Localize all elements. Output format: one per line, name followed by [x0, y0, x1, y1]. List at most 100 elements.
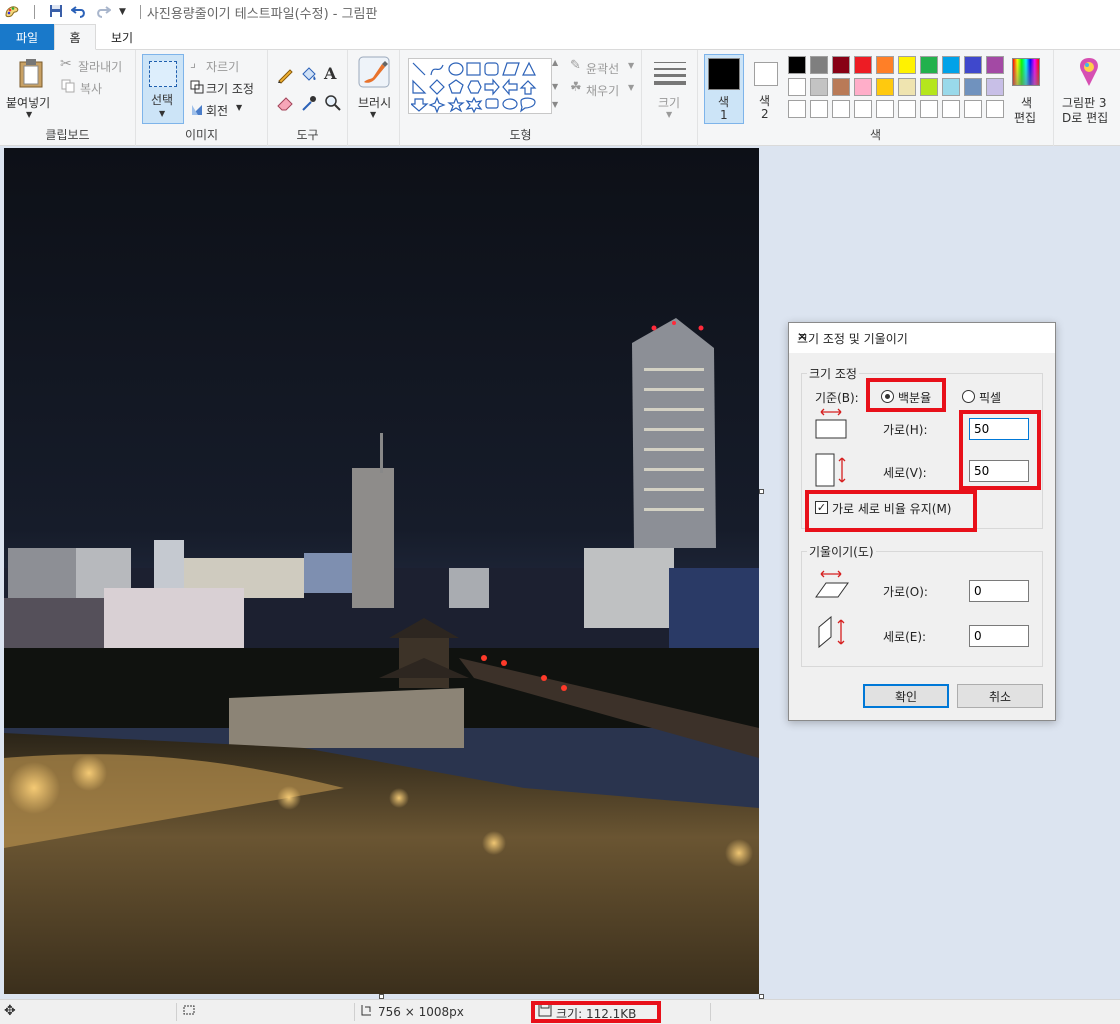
paste-dropdown-icon: ▼ [26, 110, 33, 119]
palette-color-swatch[interactable] [986, 56, 1004, 74]
shapes-scroll-up[interactable]: ▲ [552, 58, 558, 67]
palette-color-swatch[interactable] [876, 100, 894, 118]
percent-label[interactable]: 백분율 [898, 389, 931, 406]
undo-icon[interactable] [70, 4, 87, 21]
canvas-image[interactable] [4, 148, 759, 994]
paint3d-icon [1076, 56, 1102, 91]
magnifier-icon[interactable] [324, 94, 342, 115]
save-icon[interactable] [49, 4, 63, 21]
palette-color-swatch[interactable] [964, 56, 982, 74]
palette-color-swatch[interactable] [788, 100, 806, 118]
text-icon[interactable]: A [324, 64, 336, 83]
palette-color-swatch[interactable] [920, 78, 938, 96]
palette-color-swatch[interactable] [810, 56, 828, 74]
paint-app-icon [4, 3, 20, 22]
line-width-icon [654, 60, 686, 89]
palette-color-swatch[interactable] [920, 100, 938, 118]
vertical-input[interactable] [969, 460, 1029, 482]
edit-with-paint3d-button[interactable]: 그림판 3 D로 편집 [1060, 56, 1118, 126]
fill-button[interactable]: ☘ 채우기 ▼ [570, 80, 640, 98]
image-dimensions: 756 × 1008px [378, 1005, 464, 1019]
palette-color-swatch[interactable] [832, 56, 850, 74]
shapes-scroll-down[interactable]: ▼ [552, 82, 558, 91]
shapes-group: ▲ ▼ ▼ ✎ 윤곽선 ▼ ☘ 채우기 ▼ 도형 [400, 50, 642, 146]
resize-button[interactable]: 크기 조정 [190, 78, 264, 96]
palette-color-swatch[interactable] [898, 100, 916, 118]
horizontal-skew-icon [815, 569, 851, 602]
skew-vertical-input[interactable] [969, 625, 1029, 647]
rotate-button[interactable]: 회전 ▼ [190, 100, 264, 118]
color2-button[interactable]: 색 2 [748, 54, 784, 124]
palette-color-swatch[interactable] [832, 78, 850, 96]
palette-color-swatch[interactable] [788, 56, 806, 74]
horizontal-input[interactable] [969, 418, 1029, 440]
palette-color-swatch[interactable] [986, 78, 1004, 96]
status-bar: ✥ 756 × 1008px 크기: 112.1KB [0, 999, 1120, 1024]
status-divider [354, 1003, 355, 1021]
keep-ratio-checkbox[interactable]: ✓ [815, 501, 828, 514]
size-label: 크기 [658, 96, 681, 110]
fill-bucket-icon[interactable] [300, 66, 318, 87]
brush-icon [358, 56, 390, 91]
keep-ratio-label[interactable]: 가로 세로 비율 유지(M) [832, 500, 951, 517]
palette-color-swatch[interactable] [854, 56, 872, 74]
edit-colors-line2: 편집 [1014, 111, 1037, 125]
size-group: 크기 ▼ [642, 50, 698, 146]
tools-group: A 도구 [268, 50, 348, 146]
size-button[interactable]: 크기 ▼ [650, 58, 690, 122]
copy-button[interactable]: 복사 [60, 78, 132, 96]
palette-color-swatch[interactable] [942, 78, 960, 96]
tab-file[interactable]: 파일 [0, 24, 54, 50]
ok-button[interactable]: 확인 [863, 684, 949, 708]
palette-color-swatch[interactable] [832, 100, 850, 118]
paste-button[interactable]: 붙여넣기 ▼ [6, 56, 56, 122]
canvas-resize-handle-right[interactable] [759, 489, 764, 494]
shapes-gallery[interactable] [408, 58, 552, 114]
close-icon[interactable]: ✕ [797, 330, 1047, 344]
skew-section-label: 기울이기(도) [807, 543, 876, 560]
palette-color-swatch[interactable] [964, 78, 982, 96]
palette-color-swatch[interactable] [920, 56, 938, 74]
color-palette [788, 56, 1008, 122]
color-picker-icon[interactable] [300, 94, 318, 115]
horizontal-resize-icon [815, 407, 849, 444]
palette-color-swatch[interactable] [810, 100, 828, 118]
palette-color-swatch[interactable] [854, 78, 872, 96]
palette-color-swatch[interactable] [854, 100, 872, 118]
skew-horizontal-input[interactable] [969, 580, 1029, 602]
title-bar: ▼ 사진용량줄이기 테스트파일(수정) - 그림판 [0, 0, 1120, 24]
resize-section-label: 크기 조정 [807, 365, 859, 382]
copy-icon [61, 79, 75, 96]
pixel-label[interactable]: 픽셀 [979, 389, 1001, 406]
night-city-photo [4, 148, 759, 994]
tools-group-label: 도구 [296, 128, 319, 142]
palette-color-swatch[interactable] [876, 56, 894, 74]
palette-color-swatch[interactable] [942, 100, 960, 118]
customize-quick-access-icon[interactable]: ▼ [119, 7, 126, 17]
percent-radio[interactable] [881, 390, 894, 403]
select-button[interactable]: 선택 ▼ [142, 54, 184, 124]
file-size-disk-icon [538, 1003, 552, 1020]
palette-color-swatch[interactable] [788, 78, 806, 96]
palette-color-swatch[interactable] [876, 78, 894, 96]
cancel-button[interactable]: 취소 [957, 684, 1043, 708]
palette-color-swatch[interactable] [810, 78, 828, 96]
palette-color-swatch[interactable] [898, 78, 916, 96]
redo-icon[interactable] [95, 4, 112, 21]
tab-view[interactable]: 보기 [96, 24, 148, 50]
palette-color-swatch[interactable] [964, 100, 982, 118]
pixel-radio[interactable] [962, 390, 975, 403]
palette-color-swatch[interactable] [986, 100, 1004, 118]
eraser-icon[interactable] [276, 94, 294, 115]
pencil-icon[interactable] [276, 66, 294, 87]
color1-button[interactable]: 색 1 [704, 54, 744, 124]
shapes-expand[interactable]: ▼ [552, 100, 558, 109]
cut-button[interactable]: ✂ 잘라내기 [60, 56, 132, 74]
palette-color-swatch[interactable] [942, 56, 960, 74]
edit-colors-button[interactable]: 색 편집 [1008, 56, 1048, 126]
tab-home[interactable]: 홈 [54, 24, 96, 50]
brush-button[interactable]: 브러시 ▼ [352, 56, 396, 122]
crop-button[interactable]: ⌟ 자르기 [190, 56, 264, 74]
outline-button[interactable]: ✎ 윤곽선 ▼ [570, 58, 640, 76]
palette-color-swatch[interactable] [898, 56, 916, 74]
